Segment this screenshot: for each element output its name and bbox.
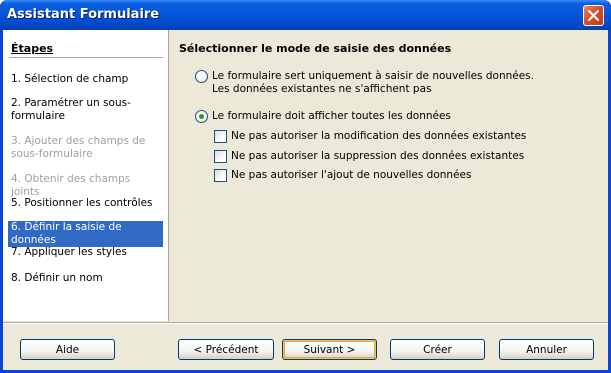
checkbox-no-modify-label: Ne pas autoriser la modification des don… — [231, 130, 527, 142]
steps-divider — [9, 57, 163, 58]
checkbox-no-delete-label: Ne pas autoriser la suppression des donn… — [231, 150, 525, 162]
dialog-client-area: Étapes 1. Sélection de champ 2. Paramétr… — [3, 30, 608, 370]
step-2-subform-setup[interactable]: 2. Paramétrer un sous-formulaire — [8, 97, 163, 123]
step-5-position-controls[interactable]: 5. Positionner les contrôles — [8, 197, 163, 210]
step-4-joined-fields: 4. Obtenir des champs joints — [11, 173, 131, 198]
create-button[interactable]: Créer — [390, 339, 485, 360]
checkbox-no-modify-box[interactable] — [214, 130, 227, 143]
radio-new-data-only-indicator[interactable] — [195, 70, 208, 83]
radio-new-data-only-label: Le formulaire sert uniquement à saisir d… — [212, 70, 534, 82]
wizard-window: Assistant Formulaire Étapes 1. Sélection… — [0, 0, 611, 373]
radio-show-all-data[interactable]: Le formulaire doit afficher toutes les d… — [195, 110, 451, 123]
radio-new-data-only[interactable]: Le formulaire sert uniquement à saisir d… — [195, 70, 534, 96]
close-button[interactable] — [583, 5, 604, 26]
checkbox-no-delete-box[interactable] — [214, 150, 227, 163]
checkbox-no-delete[interactable]: Ne pas autoriser la suppression des donn… — [214, 150, 524, 163]
step-6-data-entry[interactable]: 6. Définir la saisie de données — [8, 221, 163, 247]
cancel-button[interactable]: Annuler — [499, 339, 594, 360]
close-icon — [588, 10, 599, 21]
title-bar[interactable]: Assistant Formulaire — [0, 0, 611, 30]
step-1-field-selection[interactable]: 1. Sélection de champ — [8, 73, 163, 86]
step-8-set-name[interactable]: 8. Définir un nom — [8, 272, 163, 285]
checkbox-no-add[interactable]: Ne pas autoriser l'ajout de nouvelles do… — [214, 169, 471, 182]
window-title: Assistant Formulaire — [7, 7, 160, 22]
steps-heading: Étapes — [11, 42, 54, 55]
checkbox-no-add-box[interactable] — [214, 169, 227, 182]
help-button[interactable]: Aide — [20, 339, 115, 360]
page-title: Sélectionner le mode de saisie des donné… — [179, 42, 452, 55]
step-7-apply-styles[interactable]: 7. Appliquer les styles — [8, 246, 163, 259]
radio-new-data-only-sublabel: Les données existantes ne s'affichent pa… — [212, 83, 432, 95]
checkbox-no-add-label: Ne pas autoriser l'ajout de nouvelles do… — [231, 169, 472, 181]
previous-button[interactable]: < Précédent — [178, 339, 274, 360]
steps-sidebar: Étapes 1. Sélection de champ 2. Paramétr… — [3, 30, 169, 321]
radio-show-all-data-indicator[interactable] — [195, 110, 208, 123]
checkbox-no-modify[interactable]: Ne pas autoriser la modification des don… — [214, 130, 526, 143]
radio-show-all-data-label: Le formulaire doit afficher toutes les d… — [212, 110, 451, 122]
next-button[interactable]: Suivant > — [282, 339, 377, 360]
step-3-add-subform-fields: 3. Ajouter des champs de sous-formulaire — [11, 135, 146, 160]
